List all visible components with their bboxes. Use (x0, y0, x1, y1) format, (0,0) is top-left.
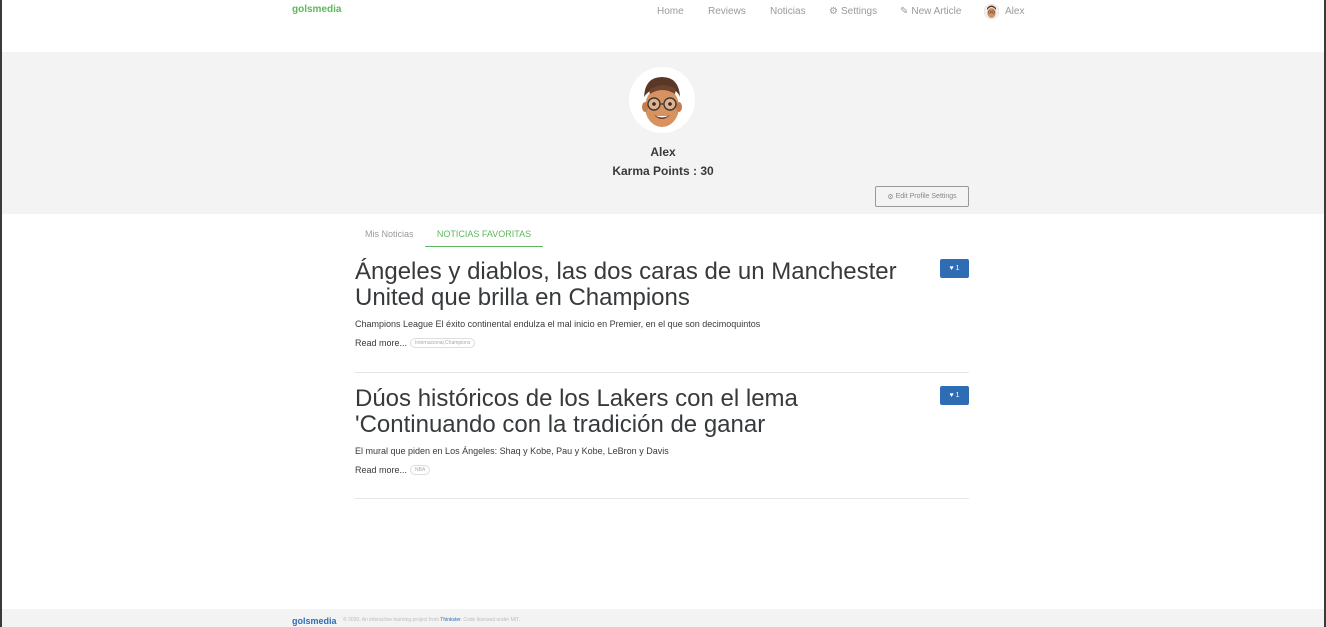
nav-home[interactable]: Home (657, 6, 684, 17)
footer-link[interactable]: Thinkster (440, 617, 460, 623)
article-preview: Ángeles y diablos, las dos caras de un M… (355, 259, 969, 373)
nav-settings[interactable]: ⚙ Settings (829, 6, 877, 17)
article-footer: Read more... NBA (355, 465, 969, 475)
favorite-count: 1 (955, 265, 960, 272)
footer: golsmedia © 2020. An interactive learnin… (2, 609, 1324, 627)
article-tag: Internacional,Champions (410, 338, 476, 348)
tab-mis-noticias[interactable]: Mis Noticias (365, 222, 414, 247)
heart-icon: ♥ (949, 265, 954, 272)
navbar: golsmedia Home Reviews Noticias ⚙ Settin… (2, 0, 1324, 52)
edit-profile-button[interactable]: ⚙ Edit Profile Settings (875, 186, 969, 207)
article-tag: NBA (410, 465, 431, 475)
favorite-button[interactable]: ♥ 1 (940, 259, 969, 278)
heart-icon: ♥ (949, 392, 954, 399)
footer-brand[interactable]: golsmedia (292, 616, 337, 626)
profile-banner: Alex Karma Points : 30 ⚙ Edit Profile Se… (2, 52, 1324, 214)
karma-points: Karma Points : 30 (612, 164, 714, 178)
tab-noticias-favoritas[interactable]: NOTICIAS FAVORITAS (425, 222, 543, 247)
profile-avatar (629, 67, 695, 133)
gear-icon: ⚙ (829, 6, 838, 17)
read-more-link[interactable]: Read more... (355, 465, 407, 475)
brand-logo[interactable]: golsmedia (292, 4, 341, 15)
nav-user-label: Alex (1005, 6, 1025, 17)
edit-icon: ✎ (900, 6, 909, 17)
article-description: Champions League El éxito continental en… (355, 319, 761, 329)
article-footer: Read more... Internacional,Champions (355, 338, 969, 348)
user-avatar (984, 4, 999, 19)
article-description: El mural que piden en Los Ángeles: Shaq … (355, 446, 669, 456)
nav-new-article[interactable]: ✎ New Article (900, 6, 961, 17)
article-preview: Dúos históricos de los Lakers con el lem… (355, 386, 969, 499)
nav-reviews[interactable]: Reviews (708, 6, 746, 17)
favorite-count: 1 (955, 392, 960, 399)
profile-username: Alex (650, 145, 676, 159)
article-title[interactable]: Dúos históricos de los Lakers con el lem… (355, 386, 915, 438)
footer-text-after: . Code licensed under MIT. (460, 617, 521, 623)
nav-new-article-label: New Article (911, 6, 962, 17)
footer-attribution: © 2020. An interactive learning project … (343, 617, 520, 623)
read-more-link[interactable]: Read more... (355, 338, 407, 348)
nav-settings-label: Settings (840, 6, 878, 17)
edit-profile-label: Edit Profile Settings (895, 193, 957, 200)
favorite-button[interactable]: ♥ 1 (940, 386, 969, 405)
gear-icon: ⚙ (887, 193, 894, 201)
footer-text-before: © 2020. An interactive learning project … (343, 617, 439, 623)
nav-user[interactable]: Alex (984, 4, 1024, 19)
article-title[interactable]: Ángeles y diablos, las dos caras de un M… (355, 259, 915, 311)
nav-noticias[interactable]: Noticias (770, 6, 806, 17)
